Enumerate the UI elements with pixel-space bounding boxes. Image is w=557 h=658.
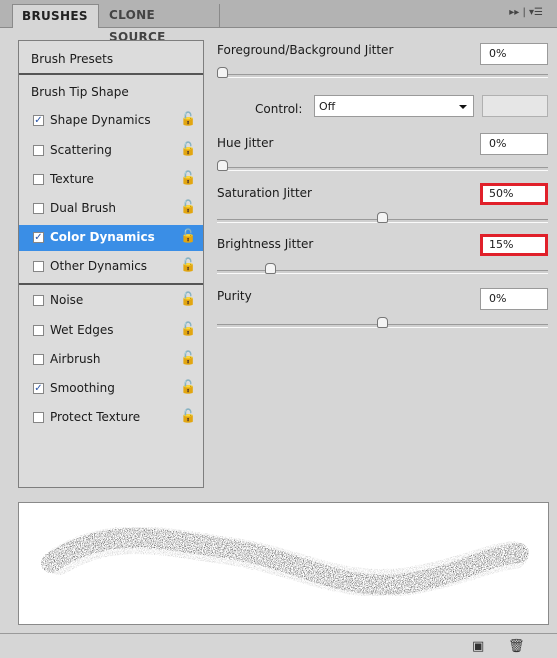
- panel-bottom-bar: ▣ 🗑: [0, 633, 557, 658]
- lock-icon[interactable]: 🔓: [180, 258, 196, 273]
- brightness-jitter-label: Brightness Jitter: [217, 237, 314, 251]
- brush-tip-shape-item[interactable]: Brush Tip Shape: [19, 77, 203, 105]
- control-amount-field: [482, 95, 548, 117]
- lock-icon[interactable]: 🔓: [180, 171, 196, 186]
- option-dual-brush[interactable]: Dual Brush 🔓: [19, 196, 203, 222]
- option-airbrush[interactable]: Airbrush 🔓: [19, 347, 203, 373]
- hue-jitter-label: Hue Jitter: [217, 136, 274, 150]
- lock-icon[interactable]: 🔓: [180, 409, 196, 424]
- checkbox[interactable]: [33, 145, 44, 156]
- brush-options-sidebar: Brush Presets Brush Tip Shape ✓ Shape Dy…: [18, 40, 204, 488]
- brush-presets-button[interactable]: Brush Presets: [19, 41, 203, 75]
- option-label: Wet Edges: [50, 323, 114, 337]
- lock-icon[interactable]: 🔓: [180, 229, 196, 244]
- saturation-jitter-slider[interactable]: [217, 212, 548, 223]
- checkbox[interactable]: ✓: [33, 115, 44, 126]
- lock-icon[interactable]: 🔓: [180, 142, 196, 157]
- slider-handle[interactable]: [377, 212, 388, 223]
- option-label: Color Dynamics: [50, 230, 155, 244]
- panel-tab-bar: BRUSHES CLONE SOURCE ▸▸ | ▾☰: [0, 0, 557, 44]
- option-label: Texture: [50, 172, 94, 186]
- lock-icon[interactable]: 🔓: [180, 200, 196, 215]
- lock-icon[interactable]: 🔓: [180, 351, 196, 366]
- control-select-value: Off: [319, 100, 336, 113]
- purity-label: Purity: [217, 289, 252, 303]
- checkbox[interactable]: ✓: [33, 383, 44, 394]
- option-noise[interactable]: Noise 🔓: [19, 288, 203, 314]
- option-color-dynamics[interactable]: ✓ Color Dynamics 🔓: [19, 225, 203, 251]
- brush-stroke-preview: [18, 502, 549, 625]
- lock-icon[interactable]: 🔓: [180, 292, 196, 307]
- brightness-jitter-input[interactable]: 15%: [480, 234, 548, 256]
- lock-icon[interactable]: 🔓: [180, 322, 196, 337]
- control-select[interactable]: Off: [314, 95, 474, 117]
- option-other-dynamics[interactable]: Other Dynamics 🔓: [19, 254, 203, 280]
- slider-handle[interactable]: [377, 317, 388, 328]
- trash-icon[interactable]: 🗑: [508, 639, 525, 654]
- tab-brushes[interactable]: BRUSHES: [12, 4, 99, 28]
- option-label: Smoothing: [50, 381, 115, 395]
- hue-jitter-slider[interactable]: [217, 160, 548, 171]
- option-label: Noise: [50, 293, 84, 307]
- checkbox[interactable]: [33, 295, 44, 306]
- option-texture[interactable]: Texture 🔓: [19, 167, 203, 193]
- option-label: Airbrush: [50, 352, 101, 366]
- lock-icon[interactable]: 🔓: [180, 112, 196, 127]
- option-wet-edges[interactable]: Wet Edges 🔓: [19, 318, 203, 344]
- chevron-down-icon: [459, 105, 467, 109]
- brightness-jitter-slider[interactable]: [217, 263, 548, 274]
- checkbox[interactable]: ✓: [33, 232, 44, 243]
- slider-handle[interactable]: [217, 160, 228, 171]
- fg-bg-jitter-input[interactable]: 0%: [480, 43, 548, 65]
- checkbox[interactable]: [33, 325, 44, 336]
- option-protect-texture[interactable]: Protect Texture 🔓: [19, 405, 203, 431]
- new-preset-icon[interactable]: ▣: [472, 639, 484, 654]
- option-label: Protect Texture: [50, 410, 141, 424]
- fg-bg-jitter-slider[interactable]: [217, 67, 548, 78]
- option-smoothing[interactable]: ✓ Smoothing 🔓: [19, 376, 203, 402]
- checkbox[interactable]: [33, 354, 44, 365]
- purity-input[interactable]: 0%: [480, 288, 548, 310]
- checkbox[interactable]: [33, 412, 44, 423]
- brush-stroke-image: [41, 526, 529, 598]
- purity-slider[interactable]: [217, 317, 548, 328]
- checkbox[interactable]: [33, 174, 44, 185]
- saturation-jitter-label: Saturation Jitter: [217, 186, 312, 200]
- option-label: Other Dynamics: [50, 259, 148, 273]
- option-label: Dual Brush: [50, 201, 116, 215]
- option-label: Scattering: [50, 143, 112, 157]
- hue-jitter-input[interactable]: 0%: [480, 133, 548, 155]
- slider-handle[interactable]: [265, 263, 276, 274]
- slider-handle[interactable]: [217, 67, 228, 78]
- checkbox[interactable]: [33, 203, 44, 214]
- tab-clone-source[interactable]: CLONE SOURCE: [100, 4, 220, 44]
- saturation-jitter-input[interactable]: 50%: [480, 183, 548, 205]
- option-shape-dynamics[interactable]: ✓ Shape Dynamics 🔓: [19, 108, 203, 134]
- lock-icon[interactable]: 🔓: [180, 380, 196, 395]
- control-label: Control:: [255, 102, 303, 116]
- checkbox[interactable]: [33, 261, 44, 272]
- option-scattering[interactable]: Scattering 🔓: [19, 138, 203, 164]
- panel-menu-icon[interactable]: ▸▸ | ▾☰: [509, 7, 543, 18]
- divider: [19, 283, 203, 285]
- option-label: Shape Dynamics: [50, 113, 151, 127]
- fg-bg-jitter-label: Foreground/Background Jitter: [217, 43, 394, 57]
